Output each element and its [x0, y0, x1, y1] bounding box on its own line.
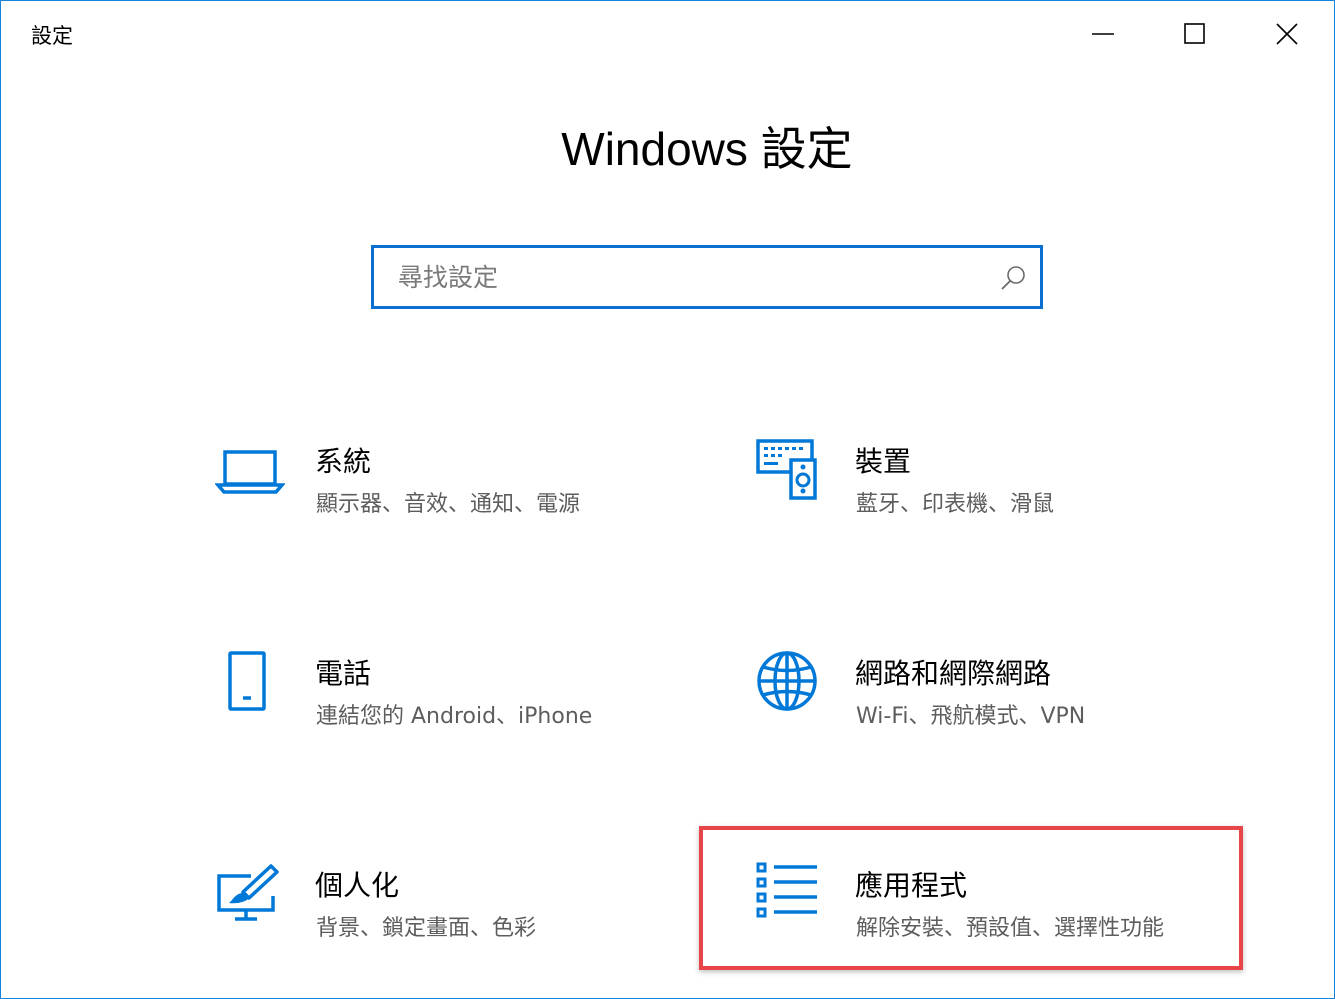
tile-subtitle: 背景、鎖定畫面、色彩 [316, 916, 537, 941]
tile-title: 系統 [315, 445, 372, 478]
highlight-box [699, 826, 1243, 970]
minimize-icon [1092, 33, 1114, 35]
globe-icon [757, 651, 817, 711]
maximize-button[interactable] [1149, 1, 1241, 67]
devices-icon [756, 439, 817, 500]
window-title: 設定 [31, 24, 73, 48]
tile-system[interactable]: 系統 顯示器、音效、通知、電源 [215, 438, 735, 568]
page-title: Windows 設定 [561, 123, 853, 175]
tile-title: 電話 [315, 657, 372, 690]
close-button[interactable] [1241, 1, 1333, 67]
title-bar[interactable]: 設定 [1, 1, 1334, 67]
tile-title: 網路和網際網路 [855, 657, 1052, 690]
tile-subtitle: 藍牙、印表機、滑鼠 [856, 492, 1055, 517]
personalization-icon [217, 864, 279, 921]
phone-icon [228, 651, 266, 711]
tile-devices[interactable]: 裝置 藍牙、印表機、滑鼠 [755, 438, 1275, 568]
search-box[interactable] [371, 245, 1043, 309]
tile-title: 裝置 [855, 445, 912, 478]
maximize-icon [1184, 23, 1205, 44]
tile-subtitle: 連結您的 Android、iPhone [316, 704, 593, 729]
tile-subtitle: Wi-Fi、飛航模式、VPN [856, 704, 1086, 729]
tile-network[interactable]: 網路和網際網路 Wi-Fi、飛航模式、VPN [755, 650, 1275, 780]
search-input[interactable] [374, 248, 998, 306]
tile-personalization[interactable]: 個人化 背景、鎖定畫面、色彩 [215, 862, 735, 992]
settings-window: 設定 Windows 設定 尋找設定 系統 顯示器、音效、通知、電源 裝置 藍牙… [0, 0, 1335, 999]
close-icon [1276, 23, 1298, 45]
tile-title: 個人化 [315, 869, 400, 902]
minimize-button[interactable] [1057, 1, 1149, 67]
tile-subtitle: 顯示器、音效、通知、電源 [316, 492, 581, 517]
laptop-icon [215, 450, 285, 494]
search-icon[interactable] [998, 263, 1028, 293]
tile-phone[interactable]: 電話 連結您的 Android、iPhone [215, 650, 735, 780]
